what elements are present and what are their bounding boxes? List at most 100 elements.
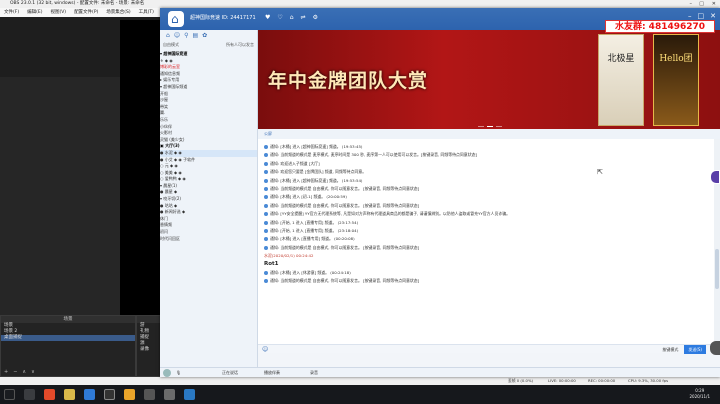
channel-tree-item[interactable]: ● 晨星 ◆ <box>160 189 257 196</box>
user-icon[interactable]: ☺ <box>174 32 180 39</box>
location-icon[interactable]: ⚲ <box>184 32 188 39</box>
speaking-status[interactable]: 正在说话 <box>222 368 238 378</box>
scroll-thumb[interactable] <box>715 249 719 289</box>
channel-tree-item[interactable]: 灵猫 (美少女) <box>160 137 257 144</box>
channel-tree-item[interactable]: ○ 元 ◆ ◉ <box>160 163 257 170</box>
add-icon[interactable]: + <box>4 369 8 375</box>
app-icon[interactable] <box>44 389 55 400</box>
list-icon[interactable]: ▤ <box>192 32 198 39</box>
minimize-icon[interactable]: – <box>690 0 693 8</box>
channel-tree-item[interactable]: ▾ 晨星(1) <box>160 183 257 190</box>
yy-bottom-bar: 🎙 正在说话 播放伴奏 录音 <box>160 367 720 377</box>
close-icon[interactable]: ✕ <box>710 12 716 20</box>
search-icon[interactable] <box>24 389 35 400</box>
menu-edit[interactable]: 编辑(E) <box>27 8 42 17</box>
channel-tree-item[interactable]: 带笑 <box>160 104 257 111</box>
send-button[interactable]: 发送(S) <box>684 345 706 354</box>
notice-icon <box>264 195 268 200</box>
folder-icon[interactable] <box>64 389 75 400</box>
menu-scene-collection[interactable]: 场景集合(S) <box>106 8 130 17</box>
home-icon[interactable]: ⌂ <box>166 32 170 39</box>
home-icon[interactable]: ⌂ <box>290 14 294 21</box>
app-icon[interactable] <box>144 389 155 400</box>
channel-tree-item[interactable]: 翼. <box>160 110 257 117</box>
channel-tree-item[interactable]: ○ 美美 ◆ ◉ <box>160 170 257 177</box>
menu-profile[interactable]: 配置文件(P) <box>74 8 98 17</box>
remove-icon[interactable]: − <box>13 369 17 375</box>
chat-message-text: 通知: [开始, 1 进入 [直播专用] 频道。 (23:18:04) <box>270 227 359 233</box>
yy-icon[interactable] <box>124 389 135 400</box>
mode-select[interactable]: 按键模式 <box>662 345 678 354</box>
chat-message: 通知: 当前频道的模式是 自由模式, 你可以随意发言。 [按键录音, 同频等待点… <box>264 244 708 252</box>
share-icon[interactable]: ⇌ <box>301 14 306 21</box>
channel-tree-item[interactable]: 初闪 <box>160 229 257 236</box>
mic-icon[interactable]: 🎙 <box>176 368 181 378</box>
notice-icon <box>264 279 268 284</box>
notice-icon <box>264 153 268 158</box>
minimize-icon[interactable]: – <box>688 12 692 20</box>
channel-tree-item[interactable]: ▾ 超神国际频道 <box>160 84 257 91</box>
channel-tree-item[interactable]: 开船 <box>160 91 257 98</box>
channel-tree-item[interactable]: 沙屋 <box>160 97 257 104</box>
channel-tree-item[interactable]: ▾ 超神国际竞速 <box>160 51 257 58</box>
channel-tree-item[interactable]: 香情频 <box>160 222 257 229</box>
chat-message-text: Rot1 <box>264 261 279 268</box>
dropped-frames: 丢帧 0 (0.0%) <box>508 378 534 383</box>
clock[interactable]: 0:29 2020/11/1 <box>689 388 710 400</box>
notice-icon <box>264 161 268 166</box>
chat-message: 通知: 当前频道的模式是 麦序模式, 麦序时间是 300 秒, 麦序第一人可以使… <box>264 151 708 159</box>
mode-label[interactable]: 自由模式 <box>163 41 179 49</box>
channel-tree-item[interactable]: ● 咕咕 ◆ <box>160 203 257 210</box>
emoji-icon[interactable]: ☺ <box>262 346 268 353</box>
record-button[interactable]: 录音 <box>310 368 318 378</box>
app-icon[interactable] <box>164 389 175 400</box>
banner-title: 年中金牌团队大赏 <box>268 70 429 92</box>
channel-tree-item[interactable]: ▸ 娱乐专用 <box>160 77 257 84</box>
chat-tab[interactable]: 公屏 <box>258 129 720 139</box>
banner-pager[interactable] <box>478 125 502 127</box>
notice-icon <box>264 178 268 183</box>
channel-tree-item[interactable]: ● 小艾 ◆ ◉ 子软件 <box>160 157 257 164</box>
app-icon[interactable] <box>184 389 195 400</box>
menu-file[interactable]: 文件(F) <box>4 8 19 17</box>
close-icon[interactable]: ✕ <box>712 0 716 8</box>
up-icon[interactable]: ∧ <box>22 369 26 375</box>
gift-icon[interactable]: ✿ <box>202 32 207 39</box>
maximize-icon[interactable]: □ <box>698 12 705 20</box>
channel-tree-item[interactable]: ▣ 大厅(3) <box>160 143 257 150</box>
channel-tree-item[interactable]: ● 新闻好选 ◆ <box>160 209 257 216</box>
channel-tree-item[interactable]: ▾ 咬牙切(2) <box>160 196 257 203</box>
down-icon[interactable]: ∨ <box>31 369 35 375</box>
channel-tree-item[interactable]: ○ 爱鸭鸭 ◆ ◉ <box>160 176 257 183</box>
scene-item[interactable]: 桌面捕捉 <box>1 335 135 341</box>
maximize-icon[interactable]: □ <box>699 0 704 8</box>
menu-tools[interactable]: 工具(T) <box>139 8 154 17</box>
floating-widget[interactable] <box>710 170 720 184</box>
team-card-title: Hello团 <box>659 54 693 64</box>
windows-start-icon[interactable] <box>4 389 15 400</box>
accompaniment-button[interactable]: 播放伴奏 <box>264 368 280 378</box>
channel-tree-item[interactable]: 乐乐 <box>160 117 257 124</box>
chat-message-text: 通知: [开始, 1 进入 [直播专用] 频道。 (23:17:54) <box>270 219 359 225</box>
chat-message: 通知: 当前频道的模式是 自由模式, 你可以随意发言。 [按键录音, 同频等待点… <box>264 202 708 210</box>
event-banner[interactable]: 年中金牌团队大赏 北极星 Hello团 <box>258 30 720 129</box>
channel-tree-item[interactable]: ● 水泥 ◆ ◉ <box>160 149 257 157</box>
yy-logo-icon[interactable] <box>168 11 184 27</box>
menu-view[interactable]: 视图(V) <box>50 8 66 17</box>
favorite-icon[interactable]: ♥ <box>265 14 270 21</box>
browser-icon[interactable] <box>84 389 95 400</box>
channel-tree-item[interactable]: ⚜ ◆ ◉ <box>160 58 257 65</box>
obs-icon[interactable] <box>104 389 115 400</box>
settings-icon[interactable]: ⚙ <box>313 14 318 21</box>
channel-tree-item[interactable]: 通知信息频 <box>160 71 257 78</box>
channel-tree-item[interactable]: 小伙伴 <box>160 124 257 131</box>
channel-tree-item[interactable]: 博彩的云室 <box>160 64 257 71</box>
obs-canvas[interactable] <box>120 20 162 315</box>
avatar[interactable] <box>163 369 171 377</box>
floating-widget[interactable] <box>710 341 720 355</box>
channel-tree-item[interactable]: 火影村 <box>160 130 257 137</box>
source-item[interactable]: 录像 <box>137 347 161 353</box>
heart-icon[interactable]: ♡ <box>277 14 282 21</box>
channel-tree-item[interactable]: 时代闪回区 <box>160 236 257 243</box>
channel-tree-item[interactable]: 休门 <box>160 216 257 223</box>
